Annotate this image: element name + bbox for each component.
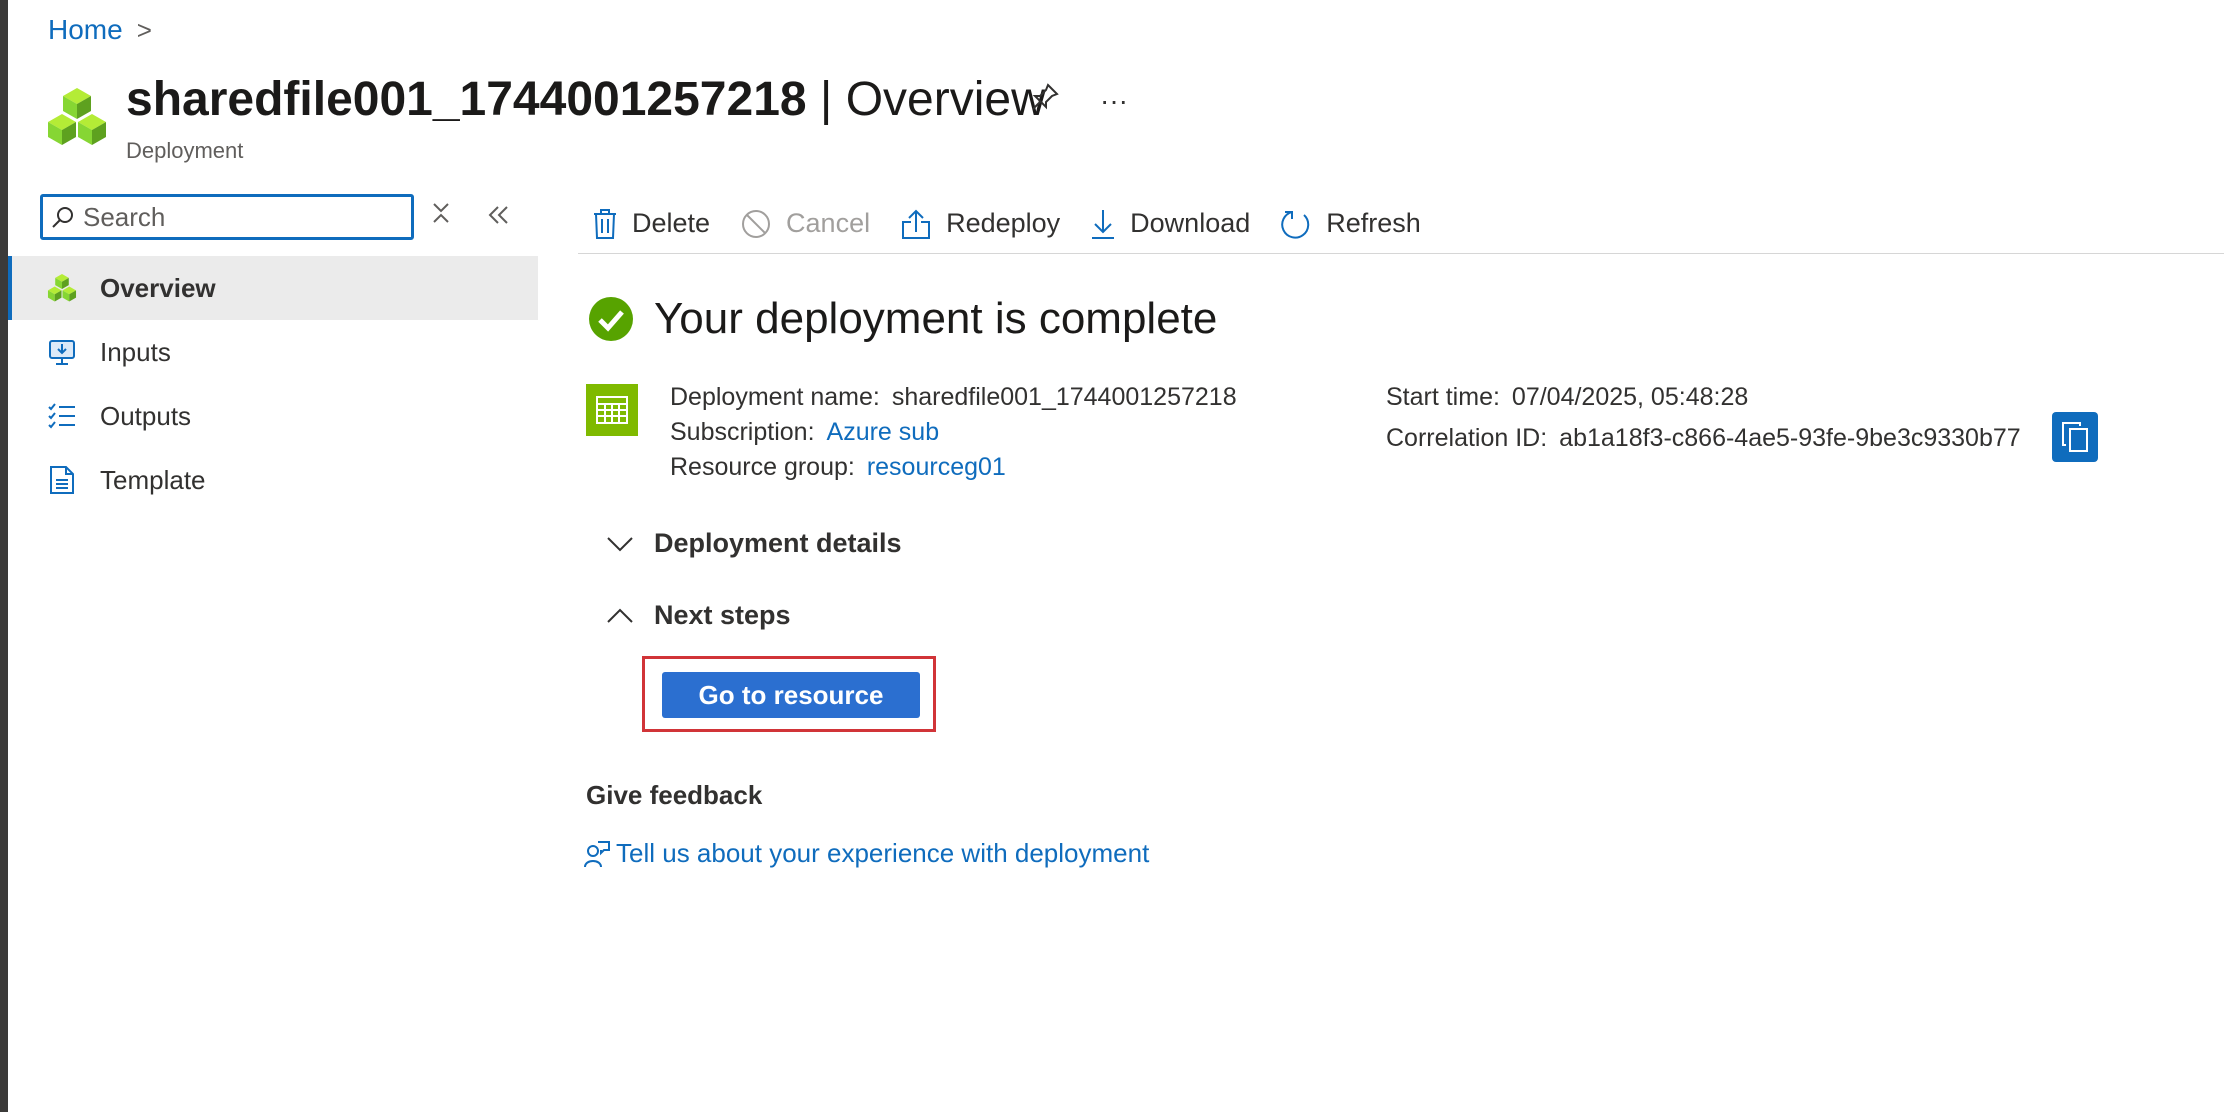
- page-subtitle: Deployment: [126, 138, 244, 163]
- deployment-status: Your deployment is complete: [588, 294, 1217, 344]
- correlation-id-row: Correlation ID: ab1a18f3-c866-4ae5-93fe-9…: [1386, 421, 2021, 456]
- deployment-cubes-icon: [48, 88, 106, 145]
- inputs-icon: [46, 336, 78, 368]
- next-steps-toggle[interactable]: Next steps: [606, 600, 791, 631]
- search-box: [40, 194, 414, 240]
- go-to-resource-button[interactable]: Go to resource: [662, 672, 920, 718]
- cancel-label: Cancel: [786, 208, 871, 238]
- subscription-link[interactable]: Azure sub: [827, 418, 940, 446]
- chevron-up-icon: [607, 608, 633, 623]
- sidebar-item-inputs[interactable]: Inputs: [8, 320, 538, 384]
- resource-group-row: Resource group: resourceg01: [670, 450, 1237, 485]
- deployment-info: Deployment name: sharedfile001_1744001257…: [670, 380, 1237, 485]
- command-bar: Delete Cancel Redeploy Download Refresh: [578, 194, 2224, 254]
- subscription-label: Subscription:: [670, 418, 815, 446]
- download-label: Download: [1130, 208, 1251, 238]
- page-title-section: | Overview: [806, 73, 1046, 126]
- download-button[interactable]: Download: [1076, 201, 1266, 247]
- deployment-name-row: Deployment name: sharedfile001_1744001257…: [670, 380, 1237, 415]
- refresh-icon: [1281, 210, 1310, 239]
- resource-group-link[interactable]: resourceg01: [867, 453, 1006, 481]
- outputs-icon: [46, 400, 78, 432]
- correlation-id-value: ab1a18f3-c866-4ae5-93fe-9be3c9330b77: [1559, 424, 2021, 452]
- feedback-link-text: Tell us about your experience with deplo…: [616, 838, 1150, 868]
- sidebar-item-label: Inputs: [100, 336, 171, 367]
- sidebar-item-template[interactable]: Template: [8, 448, 538, 512]
- sidebar-item-outputs[interactable]: Outputs: [8, 384, 538, 448]
- deployment-info-right: Start time: 07/04/2025, 05:48:28 Correlat…: [1386, 380, 2021, 456]
- sidebar-tools: [430, 200, 510, 233]
- breadcrumb: Home >: [48, 14, 152, 46]
- cancel-button[interactable]: Cancel: [726, 201, 886, 247]
- chevron-right-icon: >: [136, 14, 152, 45]
- redeploy-label: Redeploy: [946, 208, 1061, 238]
- search-input[interactable]: [83, 201, 403, 233]
- refresh-label: Refresh: [1326, 208, 1421, 238]
- download-icon: [1092, 209, 1115, 239]
- feedback-link[interactable]: Tell us about your experience with deplo…: [584, 838, 1149, 869]
- sidebar: Overview Inputs Outputs Template: [8, 256, 538, 512]
- refresh-button[interactable]: Refresh: [1266, 201, 1437, 247]
- pin-icon[interactable]: [1030, 82, 1060, 119]
- sidebar-item-label: Template: [100, 464, 206, 495]
- start-time-value: 07/04/2025, 05:48:28: [1511, 383, 1749, 411]
- resource-group-label: Resource group:: [670, 453, 855, 481]
- copy-button[interactable]: [2052, 412, 2098, 462]
- start-time-row: Start time: 07/04/2025, 05:48:28: [1386, 380, 2021, 415]
- deployment-name-value: sharedfile001_1744001257218: [891, 383, 1237, 411]
- header-actions: ···: [1030, 82, 1128, 119]
- deployment-table-icon: [586, 384, 638, 436]
- copy-icon: [2062, 422, 2088, 452]
- search-icon: [43, 205, 83, 229]
- deployment-details-label: Deployment details: [654, 528, 902, 558]
- cancel-icon: [742, 209, 771, 238]
- start-time-label: Start time:: [1386, 383, 1500, 411]
- feedback-title: Give feedback: [586, 780, 763, 810]
- page-header: sharedfile001_1744001257218 | Overview D…: [46, 70, 1046, 164]
- sidebar-item-overview[interactable]: Overview: [8, 256, 538, 320]
- delete-label: Delete: [632, 208, 711, 238]
- chevron-down-icon: [607, 536, 633, 551]
- sidebar-item-label: Outputs: [100, 400, 192, 431]
- collapse-sidebar-icon[interactable]: [486, 201, 510, 233]
- correlation-id-label: Correlation ID:: [1386, 424, 1548, 452]
- sidebar-item-label: Overview: [100, 272, 216, 303]
- cubes-icon: [46, 272, 78, 304]
- more-options-button[interactable]: ···: [1100, 85, 1128, 117]
- template-icon: [46, 464, 78, 496]
- trash-icon: [594, 208, 616, 239]
- page-title-resource: sharedfile001_1744001257218: [126, 73, 807, 126]
- delete-button[interactable]: Delete: [578, 201, 726, 247]
- redeploy-button[interactable]: Redeploy: [886, 201, 1076, 247]
- status-message: Your deployment is complete: [654, 294, 1218, 343]
- breadcrumb-home-link[interactable]: Home: [48, 14, 123, 46]
- feedback-person-icon: [584, 840, 610, 867]
- window-left-border: [0, 0, 8, 1112]
- page-title: sharedfile001_1744001257218 | Overview: [126, 70, 1046, 130]
- success-check-icon: [589, 297, 633, 341]
- deployment-details-toggle[interactable]: Deployment details: [606, 528, 902, 559]
- next-steps-label: Next steps: [654, 600, 791, 630]
- subscription-row: Subscription: Azure sub: [670, 415, 1237, 450]
- deployment-name-label: Deployment name:: [670, 383, 880, 411]
- expand-collapse-icon[interactable]: [430, 200, 452, 233]
- upload-icon: [902, 209, 931, 239]
